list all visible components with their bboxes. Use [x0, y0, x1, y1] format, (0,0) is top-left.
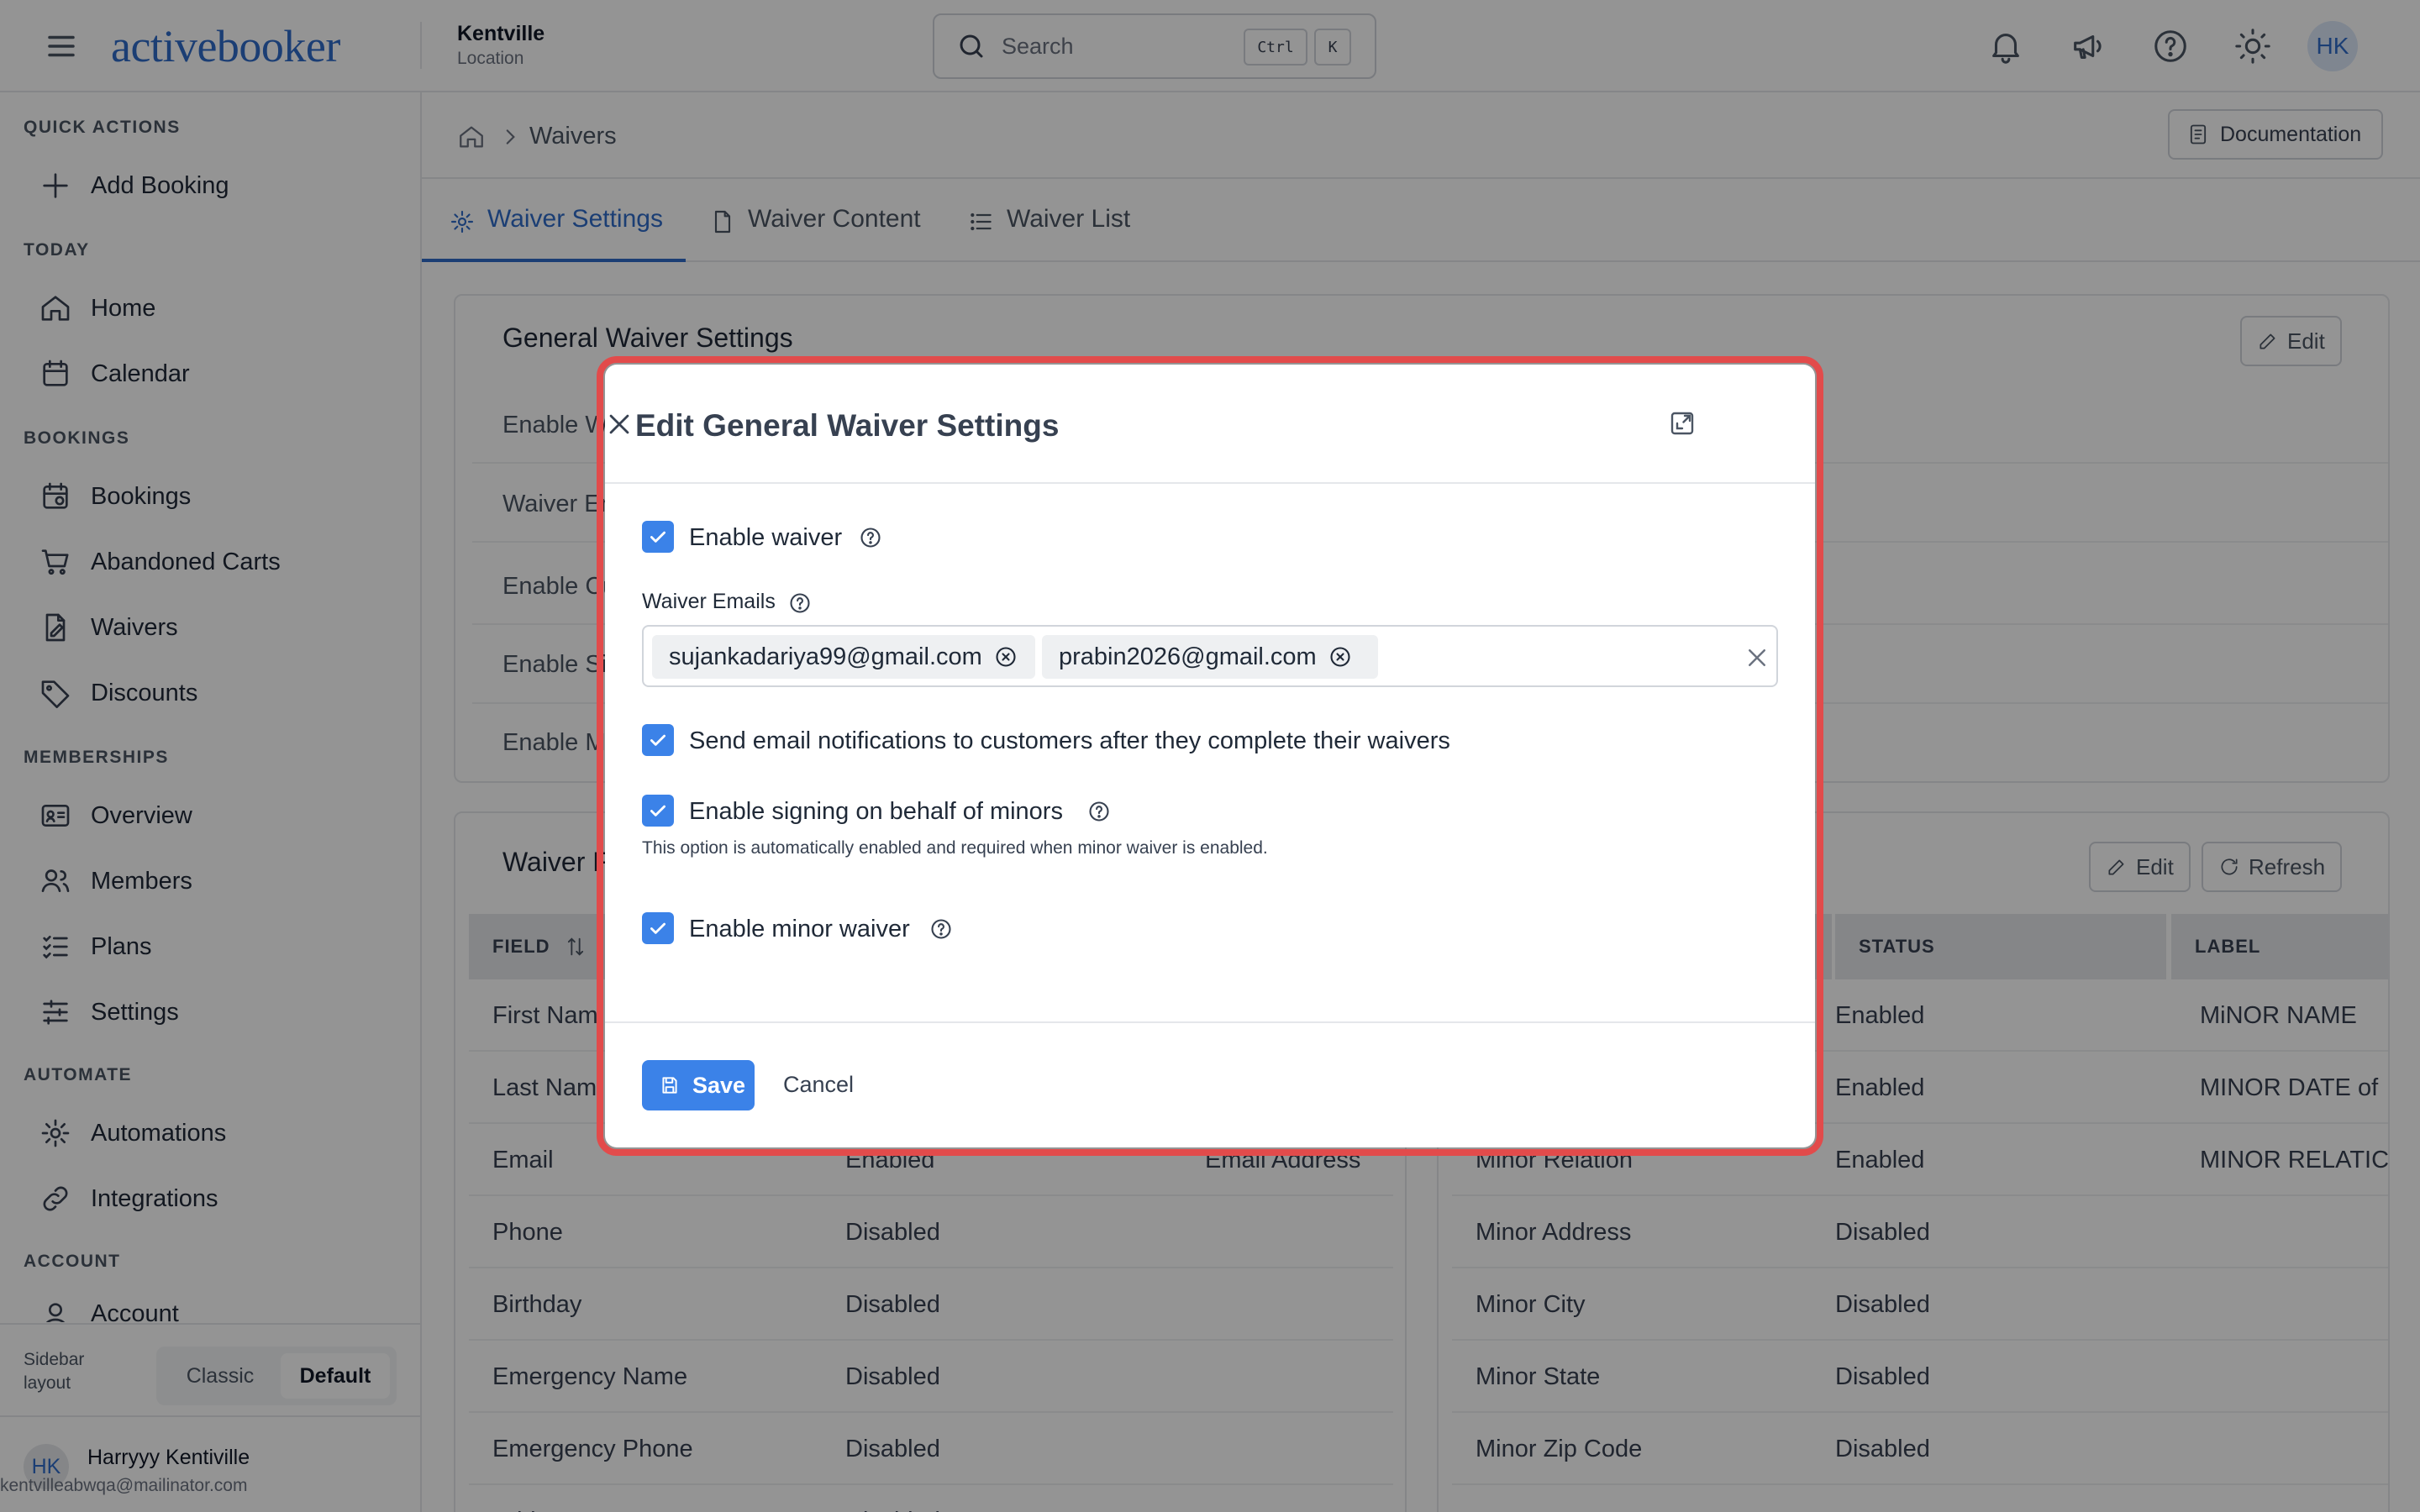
email-chip: prabin2026@gmail.com: [1042, 635, 1378, 679]
enable-minor-waiver-checkbox[interactable]: [642, 912, 674, 944]
help-icon[interactable]: [929, 917, 953, 941]
modal-title: Edit General Waiver Settings: [635, 408, 1060, 443]
enable-minor-waiver-label: Enable minor waiver: [689, 916, 910, 942]
edit-general-waiver-settings-modal: Edit General Waiver Settings Enable waiv…: [605, 365, 1815, 1147]
enable-waiver-checkbox[interactable]: [642, 521, 674, 553]
expand-icon[interactable]: [1667, 408, 1697, 438]
minors-hint-text: This option is automatically enabled and…: [642, 838, 1268, 858]
email-chip: sujankadariya99@gmail.com: [652, 635, 1035, 679]
help-icon[interactable]: [1087, 800, 1111, 823]
help-icon[interactable]: [859, 526, 882, 549]
remove-chip-icon[interactable]: [1328, 645, 1352, 669]
close-icon[interactable]: [605, 410, 634, 438]
save-icon: [659, 1074, 681, 1096]
waiver-emails-input[interactable]: sujankadariya99@gmail.com prabin2026@gma…: [642, 625, 1778, 687]
send-notifications-label: Send email notifications to customers af…: [689, 727, 1450, 754]
waiver-emails-label: Waiver Emails: [642, 590, 776, 613]
cancel-button[interactable]: Cancel: [783, 1072, 854, 1098]
check-icon: [650, 531, 666, 543]
check-icon: [650, 734, 666, 746]
check-icon: [650, 922, 666, 934]
divider: [605, 482, 1815, 484]
save-button[interactable]: Save: [642, 1060, 755, 1110]
divider: [605, 1021, 1815, 1023]
remove-chip-icon[interactable]: [994, 645, 1018, 669]
help-icon[interactable]: [788, 591, 812, 615]
enable-minors-signing-label: Enable signing on behalf of minors: [689, 798, 1063, 825]
check-icon: [650, 805, 666, 816]
clear-icon[interactable]: [1744, 645, 1770, 670]
enable-minors-signing-checkbox[interactable]: [642, 795, 674, 827]
send-notifications-checkbox[interactable]: [642, 724, 674, 756]
enable-waiver-label: Enable waiver: [689, 524, 843, 551]
